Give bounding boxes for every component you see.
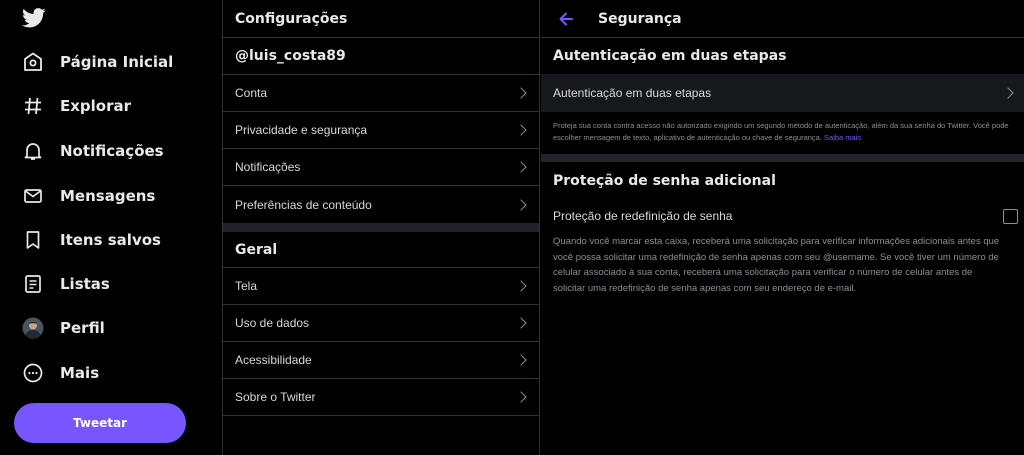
settings-item-about[interactable]: Sobre o Twitter — [223, 379, 539, 416]
settings-item-label: Uso de dados — [235, 316, 310, 330]
chevron-right-icon — [515, 280, 527, 292]
reset-protection-option: Proteção de redefinição de senha — [541, 200, 1024, 232]
chevron-right-icon — [515, 87, 527, 99]
bell-icon — [22, 140, 44, 162]
settings-item-notifications[interactable]: Notificações — [223, 149, 539, 186]
settings-item-content-preferences[interactable]: Preferências de conteúdo — [223, 186, 539, 223]
nav-bookmarks[interactable]: Itens salvos — [0, 220, 210, 260]
settings-item-label: Preferências de conteúdo — [235, 197, 372, 212]
envelope-icon — [22, 185, 44, 207]
chevron-right-icon — [515, 161, 527, 173]
more-circle-icon — [22, 362, 44, 384]
back-arrow-icon[interactable] — [559, 12, 573, 26]
settings-column: Configurações @luis_costa89 Conta Privac… — [222, 0, 540, 455]
nav-lists[interactable]: Listas — [0, 264, 210, 304]
home-icon — [22, 51, 44, 73]
settings-item-label: Tela — [235, 279, 258, 293]
primary-navigation: Página Inicial Explorar Notificações Men… — [0, 0, 222, 455]
nav-label: Itens salvos — [60, 231, 161, 249]
security-panel: Segurança Autenticação em duas etapas Au… — [541, 0, 1024, 455]
hashtag-icon — [22, 95, 44, 117]
avatar — [22, 317, 44, 339]
two-factor-row-label: Autenticação em duas etapas — [553, 86, 712, 100]
chevron-right-icon — [515, 391, 527, 403]
chevron-right-icon — [515, 354, 527, 366]
general-section-title: Geral — [223, 232, 539, 268]
nav-label: Mensagens — [60, 187, 156, 205]
settings-title: Configurações — [223, 0, 539, 38]
settings-item-accessibility[interactable]: Acessibilidade — [223, 342, 539, 379]
nav-messages[interactable]: Mensagens — [0, 176, 210, 216]
settings-item-label: Acessibilidade — [235, 353, 312, 367]
two-factor-description-text: Proteja sua conta contra acesso não auto… — [553, 121, 1009, 142]
twitter-bird-icon[interactable] — [22, 8, 46, 28]
two-factor-row[interactable]: Autenticação em duas etapas — [541, 74, 1024, 112]
reset-protection-checkbox[interactable] — [1003, 209, 1018, 224]
nav-more[interactable]: Mais — [0, 353, 210, 393]
nav-label: Mais — [60, 364, 100, 382]
settings-item-privacy[interactable]: Privacidade e segurança — [223, 112, 539, 149]
nav-explore[interactable]: Explorar — [0, 86, 210, 126]
nav-profile[interactable]: Perfil — [0, 308, 210, 348]
nav-label: Página Inicial — [60, 53, 174, 71]
tweet-button[interactable]: Tweetar — [14, 403, 186, 443]
nav-home[interactable]: Página Inicial — [0, 42, 210, 82]
nav-label: Explorar — [60, 97, 132, 115]
settings-item-label: Conta — [235, 86, 268, 100]
settings-item-account[interactable]: Conta — [223, 75, 539, 112]
reset-protection-label: Proteção de redefinição de senha — [553, 209, 733, 223]
two-factor-section-title: Autenticação em duas etapas — [553, 48, 787, 64]
settings-item-display[interactable]: Tela — [223, 268, 539, 305]
chevron-right-icon — [515, 124, 527, 136]
section-divider — [223, 223, 539, 232]
nav-label: Notificações — [60, 142, 164, 160]
security-title: Segurança — [598, 10, 682, 27]
section-divider — [541, 154, 1024, 162]
chevron-right-icon — [1002, 87, 1014, 99]
nav-notifications[interactable]: Notificações — [0, 131, 210, 171]
settings-item-label: Sobre o Twitter — [235, 390, 316, 404]
list-icon — [22, 273, 44, 295]
settings-item-label: Privacidade e segurança — [235, 123, 368, 137]
chevron-right-icon — [515, 198, 527, 211]
nav-label: Listas — [60, 275, 110, 293]
reset-protection-description: Quando você marcar esta caixa, receberá … — [553, 236, 1000, 294]
chevron-right-icon — [515, 317, 527, 329]
two-factor-description: Proteja sua conta contra acesso não auto… — [541, 112, 1024, 154]
bookmark-icon — [22, 229, 44, 251]
security-header: Segurança — [541, 0, 1024, 38]
settings-item-data-usage[interactable]: Uso de dados — [223, 305, 539, 342]
password-protection-section-title: Proteção de senha adicional — [553, 173, 776, 189]
nav-label: Perfil — [60, 319, 105, 337]
learn-more-link[interactable]: Saiba mais — [824, 133, 861, 142]
settings-item-label: Notificações — [235, 160, 301, 174]
settings-username: @luis_costa89 — [223, 38, 539, 75]
